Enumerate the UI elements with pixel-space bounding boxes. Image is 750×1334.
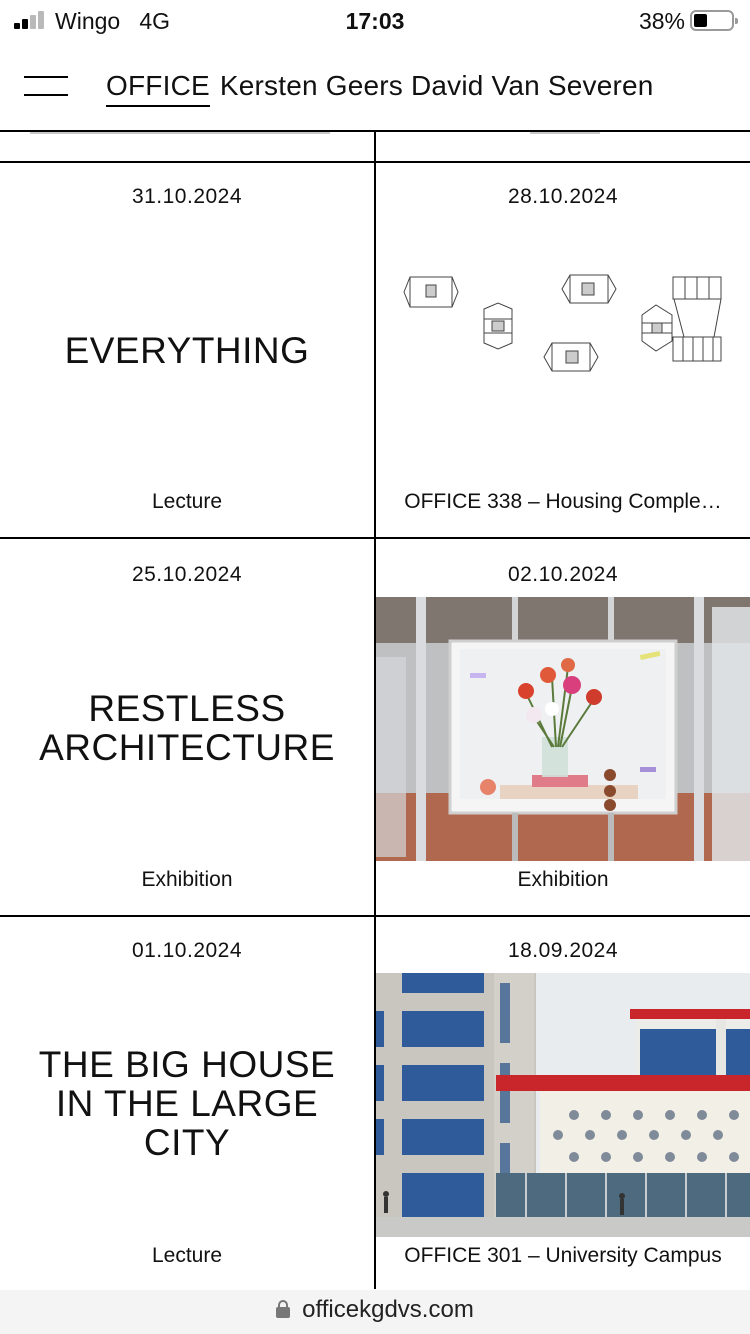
url-domain: officekgdvs.com: [302, 1296, 474, 1323]
floor-plans-image: [376, 219, 750, 483]
battery-icon: [690, 10, 738, 31]
lock-icon: [276, 1300, 291, 1318]
feed-item-big-house-large-city[interactable]: 01.10.2024 THE BIG HOUSE IN THE LARGE CI…: [0, 917, 374, 1289]
feed-item-restless-architecture[interactable]: 25.10.2024 RESTLESS ARCHITECTURE Exhibit…: [0, 541, 374, 917]
hamburger-menu-icon[interactable]: [24, 76, 68, 96]
item-date: 18.09.2024: [507, 939, 619, 962]
feed-item-office-338[interactable]: 28.10.2024 OFFICE 338 – Housing Comple…: [376, 163, 750, 539]
battery-percent: 38%: [638, 8, 685, 34]
item-category: Lecture: [151, 1244, 223, 1267]
feed-item-office-301[interactable]: 18.09.2024 OFFICE 301 – University Campu…: [376, 917, 750, 1289]
feed-item-lecture-everything[interactable]: 31.10.2024 EVERYTHING Lecture: [0, 163, 374, 539]
site-header: OFFICE Kersten Geers David Van Severen: [0, 42, 750, 130]
item-date: 01.10.2024: [131, 939, 243, 962]
news-feed-grid: 31.10.2024 EVERYTHING Lecture 28.10.2024: [0, 130, 750, 1289]
status-time: 17:03: [345, 8, 405, 34]
item-title: THE BIG HOUSE IN THE LARGE CITY: [38, 1044, 336, 1164]
feed-item-exhibition-photo[interactable]: 02.10.2024 Exhibition: [376, 541, 750, 917]
site-brand[interactable]: OFFICE Kersten Geers David Van Severen: [106, 70, 654, 107]
item-category: Lecture: [151, 490, 223, 513]
item-date: 25.10.2024: [131, 563, 243, 586]
item-date: 28.10.2024: [507, 185, 619, 208]
item-category: Exhibition: [517, 868, 609, 891]
brand-office-link[interactable]: OFFICE: [106, 70, 210, 107]
status-bar: Wingo 4G 17:03 38%: [0, 0, 750, 42]
item-date: 02.10.2024: [507, 563, 619, 586]
brand-names: Kersten Geers David Van Severen: [219, 70, 654, 101]
item-title: RESTLESS ARCHITECTURE: [39, 688, 335, 769]
item-category: OFFICE 301 – University Campus: [404, 1244, 722, 1267]
item-date: 31.10.2024: [131, 185, 243, 208]
item-category: Exhibition: [141, 868, 233, 891]
flower-photo-exhibition-image: [376, 597, 750, 861]
browser-url-bar[interactable]: officekgdvs.com: [0, 1290, 750, 1334]
item-title: EVERYTHING: [64, 330, 310, 371]
item-category: OFFICE 338 – Housing Comple…: [404, 490, 722, 513]
university-campus-building-image: [376, 973, 750, 1237]
